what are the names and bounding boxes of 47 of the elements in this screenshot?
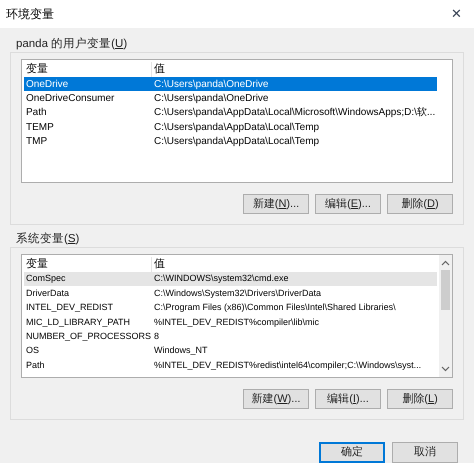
variable-name: TEMP xyxy=(25,120,55,135)
variable-value: C:\Program Files (x86)\Common Files\Intel\Shared Libraries\ xyxy=(153,301,396,314)
variable-value: C:\Users\panda\AppData\Local\Microsoft\WindowsApps;D:\软... xyxy=(153,106,436,120)
dialog-button[interactable]: 确定 xyxy=(319,442,385,463)
variable-name: ComSpec xyxy=(25,272,67,286)
variable-value: 8 xyxy=(153,330,160,343)
dialog-button[interactable]: 取消 xyxy=(392,442,458,463)
variable-row[interactable]: OneDrive C:\Users\panda\OneDrive xyxy=(24,77,437,92)
variable-value: C:\Users\panda\AppData\Local\Temp xyxy=(153,135,320,150)
variable-name: OneDriveConsumer xyxy=(25,92,116,106)
variable-name: NUMBER_OF_PROCESSORS xyxy=(25,330,152,343)
group-label: panda 的用户变量(U) xyxy=(16,38,128,50)
action-button[interactable]: 删除(L) xyxy=(387,389,453,409)
scrollbar-thumb[interactable] xyxy=(441,270,450,310)
variable-name: Path xyxy=(25,358,46,372)
variable-name: OneDrive xyxy=(25,78,70,92)
variable-row[interactable]: ComSpec C:\WINDOWS\system32\cmd.exe xyxy=(24,272,437,286)
action-button[interactable]: 编辑(I)... xyxy=(315,389,381,409)
variable-value: %INTEL_DEV_REDIST%redist\intel64\compiler;C:\Windows\syst... xyxy=(153,358,422,372)
column-header[interactable]: 值 xyxy=(152,62,437,77)
variable-value: C:\Windows\System32\Drivers\DriverData xyxy=(153,286,322,300)
variable-value: Windows_NT xyxy=(153,344,208,358)
action-button[interactable]: 编辑(E)... xyxy=(315,194,381,214)
variable-name: DriverData xyxy=(25,286,70,300)
group-label: 系统变量(S) xyxy=(16,233,80,245)
close-button[interactable]: ✕ xyxy=(447,4,466,24)
scrollbar[interactable] xyxy=(439,255,452,377)
variable-name: MIC_LD_LIBRARY_PATH xyxy=(25,316,132,329)
variable-value: C:\Users\panda\OneDrive xyxy=(153,92,268,106)
window-title: 环境变量 xyxy=(6,6,54,23)
variable-value: %INTEL_DEV_REDIST%compiler\lib\mic xyxy=(153,316,320,329)
variable-value: C:\WINDOWS\system32\cmd.exe xyxy=(153,272,289,286)
scroll-up-icon[interactable] xyxy=(441,260,450,266)
variable-list[interactable] xyxy=(21,59,453,183)
action-button[interactable]: 新建(W)... xyxy=(243,389,309,409)
variable-row[interactable]: Path C:\Users\panda\AppData\Local\Microsoft\WindowsApps;D:\软... xyxy=(24,106,437,120)
variable-name: OS xyxy=(25,344,40,358)
variable-name: Path xyxy=(25,106,48,120)
column-header[interactable]: 值 xyxy=(152,257,437,272)
variable-list[interactable] xyxy=(21,254,453,378)
action-button[interactable]: 删除(D) xyxy=(387,194,453,214)
variable-value: C:\Users\panda\AppData\Local\Temp xyxy=(153,120,320,135)
variable-name: TMP xyxy=(25,135,48,150)
scroll-down-icon[interactable] xyxy=(441,366,450,372)
variable-name: INTEL_DEV_REDIST xyxy=(25,301,114,314)
action-button[interactable]: 新建(N)... xyxy=(243,194,309,214)
variable-value: C:\Users\panda\OneDrive xyxy=(153,78,268,92)
